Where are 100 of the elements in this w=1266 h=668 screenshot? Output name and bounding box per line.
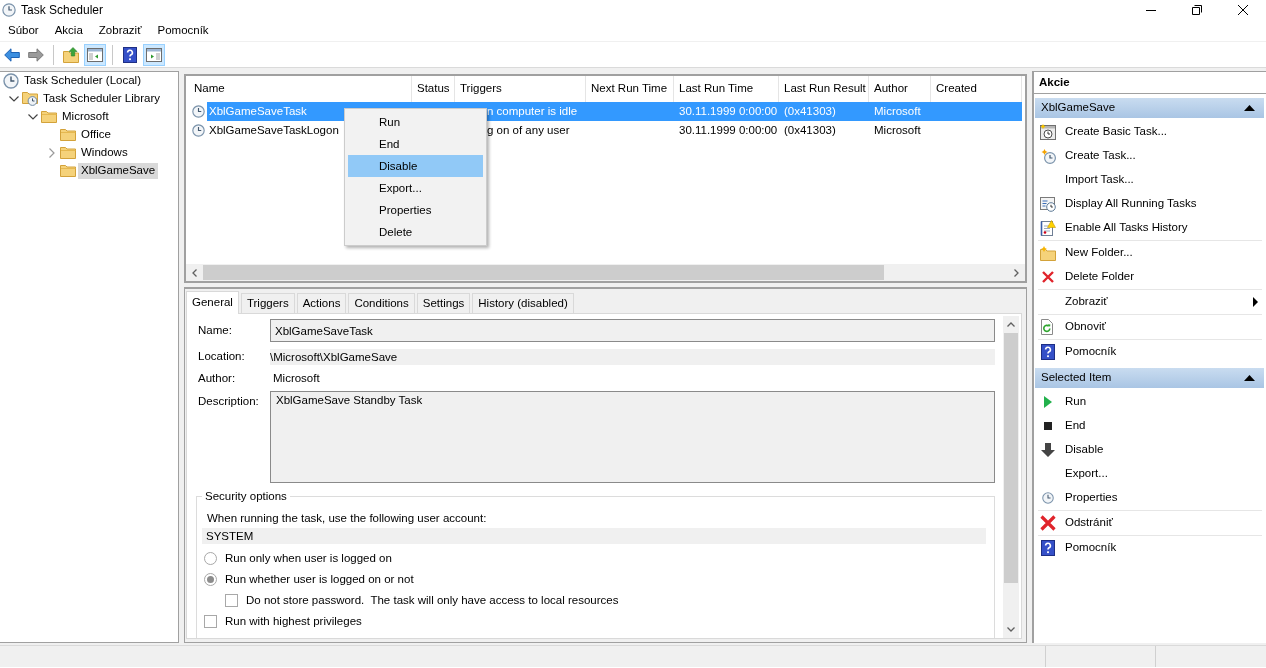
menu-item[interactable]: Súbor: [0, 21, 47, 40]
description-label: Description:: [198, 394, 260, 409]
tree-item[interactable]: Task Scheduler (Local): [21, 73, 144, 89]
tree-item[interactable]: Task Scheduler Library: [40, 91, 163, 107]
tab[interactable]: Conditions: [348, 293, 415, 313]
menu-item[interactable]: Delete: [348, 221, 483, 243]
tab[interactable]: Settings: [416, 293, 471, 313]
action-item[interactable]: Display All Running Tasks: [1038, 192, 1262, 216]
radio-button[interactable]: [204, 552, 217, 566]
collapse-icon[interactable]: [1244, 105, 1255, 111]
menu-item[interactable]: Disable: [348, 155, 483, 177]
option-label[interactable]: Run with highest privileges: [225, 615, 362, 629]
menu-item[interactable]: Pomocník: [149, 21, 217, 40]
action-item[interactable]: Enable All Tasks History: [1038, 216, 1262, 240]
action-item[interactable]: Properties: [1038, 486, 1262, 510]
action-item[interactable]: Disable: [1038, 438, 1262, 462]
action-item[interactable]: Export...: [1038, 462, 1262, 486]
section-title: Selected Item: [1041, 371, 1112, 385]
window-clock-icon: [1040, 124, 1056, 140]
tree-item[interactable]: Microsoft: [59, 109, 112, 125]
chevron-right-icon[interactable]: [49, 148, 55, 158]
table-cell: (0x41303): [784, 123, 836, 136]
author-label: Author:: [198, 372, 237, 386]
scrollbar-thumb[interactable]: [1004, 333, 1018, 583]
menu-item[interactable]: Zobraziť: [90, 21, 150, 40]
console-tree-toggle-button[interactable]: [84, 43, 106, 66]
scroll-up-icon[interactable]: [1007, 322, 1015, 327]
help-icon: [1041, 540, 1055, 556]
option-label[interactable]: Run only when user is logged on: [225, 552, 392, 566]
menu-item[interactable]: Akcia: [46, 21, 91, 40]
clock-icon: [3, 73, 19, 89]
table-cell: 30.11.1999 0:00:00: [679, 123, 778, 136]
action-item[interactable]: Odstrániť: [1038, 511, 1262, 535]
scroll-left-icon[interactable]: [192, 268, 197, 277]
collapse-icon[interactable]: [1244, 375, 1255, 381]
folder-icon: [60, 129, 76, 141]
name-field[interactable]: XblGameSaveTask: [270, 319, 995, 342]
menu-item[interactable]: Export...: [348, 177, 483, 199]
help-icon: [1041, 344, 1055, 360]
action-item[interactable]: Run: [1038, 390, 1262, 414]
vertical-scrollbar[interactable]: [1003, 316, 1019, 638]
description-field[interactable]: XblGameSave Standby Task: [270, 390, 995, 483]
action-item[interactable]: Pomocník: [1038, 536, 1262, 560]
tree-item[interactable]: Windows: [78, 145, 131, 161]
action-item[interactable]: Obnoviť: [1038, 315, 1262, 339]
notepad-warning-icon: [1040, 220, 1056, 236]
checkbox[interactable]: [204, 615, 217, 629]
section-header[interactable]: XblGameSave: [1035, 98, 1264, 118]
back-arrow-icon: [4, 47, 20, 62]
user-account-field: SYSTEM: [202, 528, 986, 545]
chevron-down-icon[interactable]: [28, 114, 38, 120]
close-icon: [1238, 5, 1248, 15]
folder-icon: [60, 165, 76, 177]
section-title: XblGameSave: [1041, 101, 1116, 115]
folder-icon: [60, 147, 76, 159]
window-title: Task Scheduler: [21, 2, 104, 18]
scrollbar-thumb[interactable]: [203, 265, 884, 280]
action-item[interactable]: Pomocník: [1038, 340, 1262, 364]
action-item[interactable]: End: [1038, 414, 1262, 438]
folder-sparkle-icon: [1040, 245, 1056, 261]
scroll-right-icon[interactable]: [1014, 268, 1019, 277]
table-cell: n computer is idle: [487, 104, 578, 117]
location-value: \Microsoft\XblGameSave: [270, 349, 995, 365]
chevron-down-icon[interactable]: [9, 96, 19, 102]
action-item[interactable]: Create Basic Task...: [1038, 120, 1262, 144]
tab[interactable]: Actions: [296, 293, 347, 313]
task-name[interactable]: XblGameSaveTaskLogon: [207, 123, 341, 136]
scroll-down-icon[interactable]: [1007, 627, 1015, 632]
action-pane-toggle-button[interactable]: [143, 43, 165, 66]
help-icon: [123, 46, 137, 63]
option-label[interactable]: Do not store password. The task will only have access to local resources: [246, 594, 619, 608]
tree-item[interactable]: Office: [78, 127, 114, 143]
tab[interactable]: General: [186, 291, 239, 314]
tree-item[interactable]: XblGameSave: [78, 163, 159, 179]
action-item[interactable]: Delete Folder: [1038, 265, 1262, 289]
restore-icon: [1192, 5, 1202, 15]
radio-button[interactable]: [204, 573, 217, 587]
tab[interactable]: Triggers: [240, 293, 295, 313]
table-cell: g on of any user: [487, 123, 570, 136]
window-pane-icon: [146, 47, 162, 62]
action-item[interactable]: Create Task...: [1038, 144, 1262, 168]
minimize-icon: [1146, 9, 1156, 11]
location-label: Location:: [198, 350, 246, 364]
section-header[interactable]: Selected Item: [1035, 368, 1264, 388]
menu-item[interactable]: End: [348, 133, 483, 155]
table-cell: 30.11.1999 0:00:00: [679, 104, 778, 117]
horizontal-scrollbar[interactable]: [186, 264, 1025, 281]
delete-icon: [1042, 271, 1054, 283]
name-label: Name:: [198, 323, 233, 338]
action-item[interactable]: Zobraziť: [1038, 290, 1262, 314]
menu-item[interactable]: Properties: [348, 199, 483, 221]
checkbox[interactable]: [225, 594, 238, 608]
tab[interactable]: History (disabled): [472, 293, 574, 313]
action-item[interactable]: Import Task...: [1038, 168, 1262, 192]
clock-icon: [2, 3, 16, 17]
security-options-title: Security options: [204, 489, 288, 504]
clock-icon: [192, 124, 205, 137]
action-item[interactable]: New Folder...: [1038, 241, 1262, 265]
option-label[interactable]: Run whether user is logged on or not: [225, 573, 414, 587]
author-value: Microsoft: [272, 372, 320, 386]
